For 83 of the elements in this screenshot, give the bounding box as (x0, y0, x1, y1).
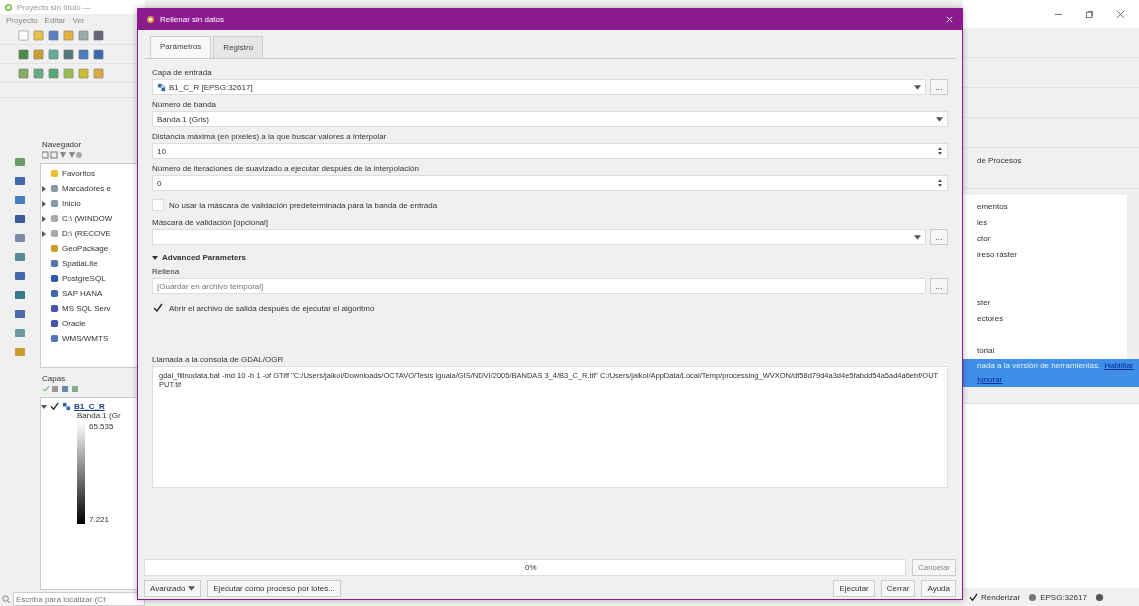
expand-arrow-icon[interactable] (41, 230, 47, 237)
caret-icon[interactable] (914, 234, 921, 240)
layer-item[interactable]: B1_C_R (41, 402, 144, 411)
dropdown-field[interactable]: B1_C_R [EPSG:32617] (152, 79, 926, 95)
caret-icon[interactable] (914, 84, 921, 90)
legend-value: 65.535 (89, 422, 114, 431)
number-field[interactable]: 10 (152, 143, 948, 159)
maximize-icon[interactable] (1085, 9, 1094, 19)
tree-item[interactable]: PostgreSQL (41, 271, 144, 286)
dialog-title: Rellenar sin datos (160, 15, 225, 24)
panel-tools-icon[interactable] (42, 151, 82, 159)
field-label: Capa de entrada (152, 67, 213, 79)
dropdown-field[interactable]: Banda 1 (Gris) (152, 111, 948, 127)
browse-button[interactable]: … (930, 229, 948, 245)
tree-item[interactable]: Oracle (41, 316, 144, 331)
tree-item[interactable]: ementos (977, 199, 1127, 215)
tree-item[interactable]: Favoritos (41, 166, 144, 181)
panel-title: Capas (41, 373, 67, 385)
panel-title: Navegador (41, 139, 83, 151)
dialog-button[interactable]: Ejecutar (833, 580, 875, 597)
render-label: Renderizar (981, 592, 1021, 602)
dropdown-field[interactable] (152, 229, 926, 245)
tree-item[interactable]: GeoPackage (41, 241, 144, 256)
panel-title: de Procesos (977, 155, 1022, 165)
tree-item[interactable]: ster (977, 295, 1127, 311)
app-logo-icon (146, 15, 155, 24)
legend-value: 7.221 (89, 515, 111, 524)
tree-item[interactable]: D:\ (RECOVE (41, 226, 144, 241)
dialog-button[interactable]: Ayuda (921, 580, 956, 597)
section-toggle[interactable]: Advanced Parameters (162, 253, 247, 262)
expand-arrow-icon[interactable] (41, 185, 47, 192)
field-label: Número de iteraciones de suavizado a ejecutar después de la interpolación (152, 163, 420, 175)
caret-icon[interactable] (188, 586, 196, 591)
spin-arrows-icon[interactable] (937, 146, 943, 156)
tree-item[interactable]: WMS/WMTS (41, 331, 144, 346)
search-icon (2, 594, 11, 604)
field-label: Rellena (152, 266, 181, 278)
tree-item[interactable]: SAP HANA (41, 286, 144, 301)
field-label: Máscara de validación [opcional] (152, 217, 270, 229)
progress-bar: 0% (144, 559, 906, 576)
browse-button[interactable]: … (930, 278, 948, 294)
tab[interactable]: Parámetros (150, 36, 212, 58)
banner-text: nada a la versión de herramientas. (977, 361, 1101, 371)
checkbox[interactable] (152, 302, 164, 314)
tree-item[interactable]: C:\ (WINDOW (41, 211, 144, 226)
locator-field[interactable]: Escriba para localizar (Ct (13, 592, 145, 606)
check-icon[interactable] (969, 592, 978, 602)
legend-label: Banda 1 (Gr (77, 411, 122, 420)
number-field[interactable]: 0 (152, 175, 948, 191)
tree-item[interactable]: Inicio (41, 196, 144, 211)
tab[interactable]: Registro (213, 36, 264, 58)
close-icon[interactable] (1116, 9, 1125, 19)
banner-link[interactable]: Habilitar (1104, 361, 1134, 371)
expand-arrow-icon[interactable] (41, 403, 47, 410)
tree-item[interactable]: ectores (977, 311, 1127, 327)
visibility-checkbox[interactable] (50, 402, 59, 411)
checkbox-label: Abrir el archivo de salida después de ejecutar el algoritmo (169, 303, 375, 313)
tree-item[interactable]: Marcadores e (41, 181, 144, 196)
tree-item[interactable]: les (977, 215, 1127, 231)
spin-arrows-icon[interactable] (937, 178, 943, 188)
window-title: Proyecto sin título — (17, 2, 91, 12)
dialog-button[interactable]: Cerrar (880, 580, 916, 597)
checkbox-label: No usar la máscara de validación predeterminada para la banda de entrada (169, 200, 438, 210)
caret-icon[interactable] (936, 116, 943, 122)
field-label: Llamada a la consola de GDAL/OGR (152, 354, 285, 366)
tree-item[interactable]: ctor (977, 231, 1127, 247)
expand-arrow-icon[interactable] (41, 215, 47, 222)
field-label: Número de banda (152, 99, 218, 111)
tree-item[interactable]: SpatiaLite (41, 256, 144, 271)
expand-arrow-icon[interactable] (41, 200, 47, 207)
tree-item[interactable]: MS SQL Serv (41, 301, 144, 316)
crs-label[interactable]: EPSG:32617 (1040, 592, 1087, 602)
tree-item[interactable]: ireso ráster (977, 247, 1127, 263)
raster-layer-icon (62, 402, 71, 411)
raster-layer-icon (157, 82, 166, 92)
batch-button[interactable]: Ejecutar como proceso por lotes... (207, 580, 341, 597)
output-field[interactable]: [Guardar en archivo temporal] (152, 278, 926, 294)
browse-button[interactable]: … (930, 79, 948, 95)
field-label: Distancia máxima (en píxeles) a la que buscar valores a interpolar (152, 131, 388, 143)
expand-arrow-icon[interactable] (152, 254, 158, 261)
banner-link[interactable]: Ignorar (977, 375, 1003, 385)
tree-item[interactable]: torial (977, 343, 1127, 359)
menu-button[interactable]: Avanzado (144, 580, 202, 597)
